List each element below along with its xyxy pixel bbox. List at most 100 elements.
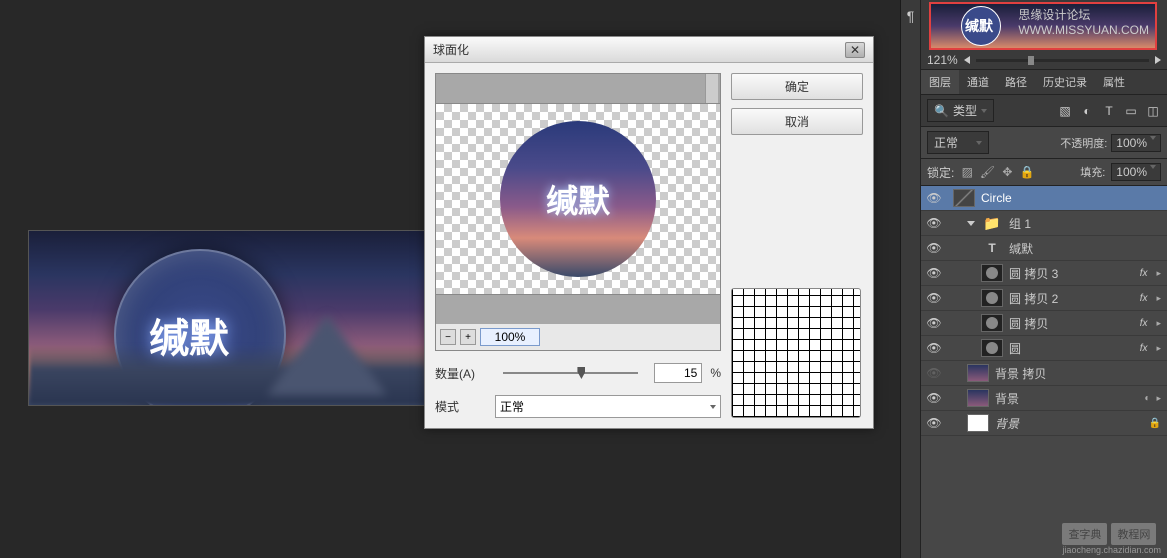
preview-scroll-bottom[interactable] bbox=[436, 294, 720, 324]
filter-smart-icon[interactable]: ◫ bbox=[1145, 103, 1161, 119]
filter-adjustment-icon[interactable]: ◐ bbox=[1079, 103, 1095, 119]
visibility-toggle-icon[interactable]: 👁 bbox=[927, 191, 941, 205]
visibility-toggle-icon[interactable]: 👁 bbox=[927, 391, 941, 405]
layer-row[interactable]: 👁背景◐▸ bbox=[921, 386, 1167, 411]
chevron-down-icon bbox=[981, 109, 987, 113]
preview-image[interactable]: 缄默 bbox=[436, 104, 720, 294]
lock-position-icon[interactable]: ✥ bbox=[1000, 165, 1014, 179]
lock-all-icon[interactable]: 🔒 bbox=[1020, 165, 1034, 179]
chevron-down-icon bbox=[1150, 136, 1156, 140]
visibility-toggle-icon[interactable]: 👁 bbox=[927, 316, 941, 330]
fx-badge[interactable]: fx bbox=[1137, 268, 1151, 279]
zoom-value[interactable]: 100% bbox=[480, 328, 540, 346]
layer-row[interactable]: 👁📁组 1 bbox=[921, 211, 1167, 236]
zoom-in-arrow-icon[interactable] bbox=[1155, 56, 1161, 64]
pilcrow-icon: ¶ bbox=[901, 0, 920, 24]
preview-scroll-top[interactable] bbox=[436, 74, 720, 104]
layer-name[interactable]: 缄默 bbox=[1009, 240, 1161, 257]
layer-name[interactable]: 背景 bbox=[995, 415, 1143, 432]
fx-expand-icon[interactable]: ▸ bbox=[1156, 318, 1161, 329]
filter-text-icon[interactable]: T bbox=[1101, 103, 1117, 119]
layer-row[interactable]: 👁 圆 拷贝 2 fx ▸ bbox=[921, 286, 1167, 311]
filter-kind-label: 类型 bbox=[953, 102, 977, 119]
navigator-zoom-value[interactable]: 121% bbox=[927, 53, 958, 67]
layer-row[interactable]: 👁 圆 拷贝 3 fx ▸ bbox=[921, 261, 1167, 286]
filter-shape-icon[interactable]: ▭ bbox=[1123, 103, 1139, 119]
layer-row[interactable]: 👁背景🔒 bbox=[921, 411, 1167, 436]
slider-thumb[interactable] bbox=[577, 367, 585, 379]
blend-mode-value: 正常 bbox=[934, 134, 958, 151]
blend-mode-row: 正常 不透明度: 100% bbox=[921, 127, 1167, 159]
layer-name[interactable]: 圆 拷贝 bbox=[1009, 315, 1131, 332]
fx-expand-icon[interactable]: ▸ bbox=[1156, 268, 1161, 279]
filter-pixel-icon[interactable]: ▧ bbox=[1057, 103, 1073, 119]
zoom-out-arrow-icon[interactable] bbox=[964, 56, 970, 64]
dialog-close-button[interactable]: ✕ bbox=[845, 42, 865, 58]
amount-row: 数量(A) % bbox=[435, 363, 721, 383]
mode-select[interactable]: 正常 bbox=[495, 395, 721, 418]
tab-properties[interactable]: 属性 bbox=[1095, 70, 1133, 94]
zoom-in-button[interactable]: + bbox=[460, 329, 476, 345]
layer-name[interactable]: Circle bbox=[981, 191, 1161, 205]
visibility-toggle-icon[interactable]: 👁 bbox=[927, 266, 941, 280]
dialog-body: 缄默 − + 100% 数量(A) % 模式 bbox=[425, 63, 873, 428]
tab-layers[interactable]: 图层 bbox=[921, 70, 959, 94]
fill-value-text: 100% bbox=[1116, 165, 1147, 179]
layer-thumbnail bbox=[967, 364, 989, 382]
tab-paths[interactable]: 路径 bbox=[997, 70, 1035, 94]
amount-input[interactable] bbox=[654, 363, 702, 383]
chevron-down-icon bbox=[976, 141, 982, 145]
cancel-button[interactable]: 取消 bbox=[731, 108, 863, 135]
dialog-left-column: 缄默 − + 100% 数量(A) % 模式 bbox=[435, 73, 721, 418]
visibility-toggle-icon[interactable]: 👁 bbox=[927, 341, 941, 355]
nav-zoom-thumb[interactable] bbox=[1028, 56, 1034, 65]
layer-row[interactable]: 👁T缄默 bbox=[921, 236, 1167, 261]
layer-name[interactable]: 圆 拷贝 3 bbox=[1009, 265, 1131, 282]
spherize-grid-preview bbox=[731, 288, 861, 418]
lock-transparency-icon[interactable]: ▨ bbox=[960, 165, 974, 179]
layer-name[interactable]: 圆 bbox=[1009, 340, 1131, 357]
fx-badge[interactable]: fx bbox=[1137, 318, 1151, 329]
blend-mode-select[interactable]: 正常 bbox=[927, 131, 989, 154]
ok-button[interactable]: 确定 bbox=[731, 73, 863, 100]
layer-row[interactable]: 👁 背景 拷贝 bbox=[921, 361, 1167, 386]
opacity-value-text: 100% bbox=[1116, 136, 1147, 150]
layer-row[interactable]: 👁 圆 拷贝 fx ▸ bbox=[921, 311, 1167, 336]
tab-history[interactable]: 历史记录 bbox=[1035, 70, 1095, 94]
smart-expand-icon[interactable]: ▸ bbox=[1156, 393, 1161, 404]
opacity-input[interactable]: 100% bbox=[1111, 134, 1161, 152]
amount-slider[interactable] bbox=[503, 372, 638, 374]
layer-name[interactable]: 圆 拷贝 2 bbox=[1009, 290, 1131, 307]
layer-name[interactable]: 背景 拷贝 bbox=[995, 365, 1161, 382]
navigator-thumbnail[interactable]: 缄默 思缘设计论坛 WWW.MISSYUAN.COM bbox=[929, 2, 1157, 50]
visibility-toggle-icon[interactable]: 👁 bbox=[927, 291, 941, 305]
visibility-toggle-icon[interactable]: 👁 bbox=[927, 241, 941, 255]
fx-expand-icon[interactable]: ▸ bbox=[1156, 343, 1161, 354]
tab-channels[interactable]: 通道 bbox=[959, 70, 997, 94]
navigator-zoom-slider[interactable] bbox=[976, 59, 1149, 62]
layer-name[interactable]: 背景 bbox=[995, 390, 1138, 407]
visibility-toggle-icon[interactable]: 👁 bbox=[927, 416, 941, 430]
canvas-document[interactable]: 缄默 bbox=[28, 230, 428, 406]
visibility-toggle-icon[interactable]: 👁 bbox=[927, 216, 941, 230]
dialog-titlebar[interactable]: 球面化 ✕ bbox=[425, 37, 873, 63]
filter-kind-select[interactable]: 🔍 类型 bbox=[927, 99, 994, 122]
dialog-right-column: 确定 取消 bbox=[731, 73, 863, 418]
layer-row[interactable]: 👁 Circle bbox=[921, 186, 1167, 211]
fill-input[interactable]: 100% bbox=[1111, 163, 1161, 181]
amount-suffix: % bbox=[710, 366, 721, 380]
zoom-out-button[interactable]: − bbox=[440, 329, 456, 345]
nav-wm-2: WWW.MISSYUAN.COM bbox=[1018, 23, 1149, 37]
layer-name[interactable]: 组 1 bbox=[1009, 215, 1161, 232]
canvas-artwork-text: 缄默 bbox=[149, 306, 229, 364]
visibility-toggle-icon[interactable]: 👁 bbox=[927, 366, 941, 380]
layer-thumbnail bbox=[981, 289, 1003, 307]
lock-pixels-icon[interactable]: 🖌 bbox=[980, 165, 994, 179]
fx-badge[interactable]: fx bbox=[1137, 293, 1151, 304]
fx-badge[interactable]: fx bbox=[1137, 343, 1151, 354]
nav-wm-1: 思缘设计论坛 bbox=[1018, 6, 1149, 23]
fx-expand-icon[interactable]: ▸ bbox=[1156, 293, 1161, 304]
layer-filter-row: 🔍 类型 ▧ ◐ T ▭ ◫ bbox=[921, 95, 1167, 127]
layer-row[interactable]: 👁 圆 fx ▸ bbox=[921, 336, 1167, 361]
expand-arrow-icon[interactable] bbox=[967, 221, 975, 226]
